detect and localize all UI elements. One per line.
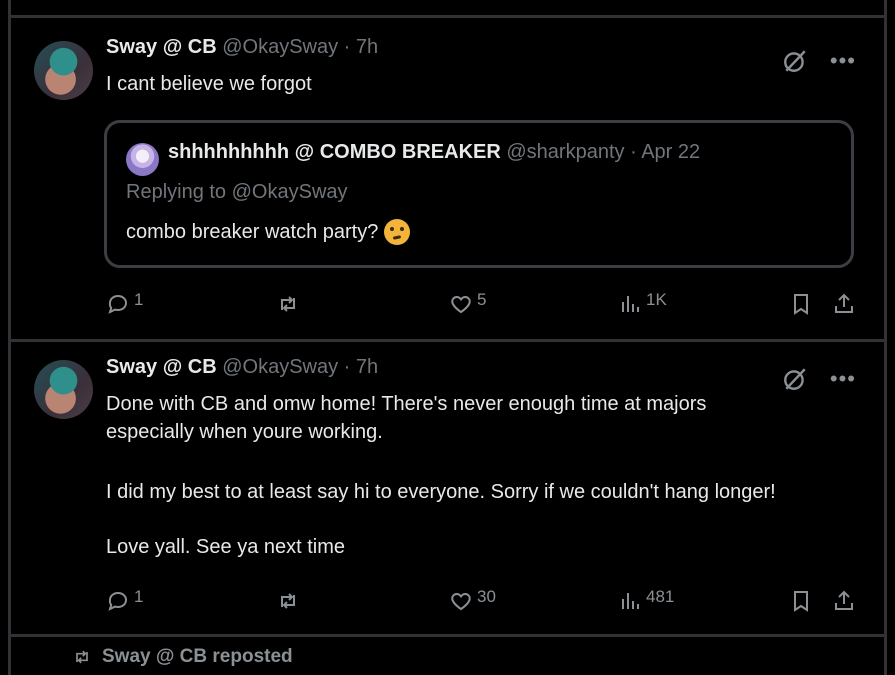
- reply-icon: [108, 591, 128, 611]
- tweet-actions: 1 30 481: [106, 587, 866, 617]
- like-button[interactable]: 5: [449, 290, 486, 316]
- share-button[interactable]: [832, 587, 856, 613]
- thinking-face-emoji: [384, 219, 411, 245]
- views-button[interactable]: 481: [618, 587, 674, 613]
- reply-count: 1: [134, 587, 144, 606]
- quote-author-name: shhhhhhhhh @ COMBO BREAKER: [168, 141, 501, 163]
- tweet-text-line: especially when youre working.: [106, 421, 383, 443]
- repost-notice-text: Sway @ CB reposted: [102, 646, 293, 667]
- quote-text-row: combo breaker watch party?: [126, 219, 411, 245]
- tweet-text: I cant believe we forgot: [106, 73, 312, 95]
- tweet[interactable]: Sway @ CB @OkaySway · 7h ••• Done with C…: [11, 342, 884, 634]
- bookmark-icon: [794, 294, 808, 315]
- bookmark-button[interactable]: [789, 587, 813, 613]
- grok-icon[interactable]: [782, 48, 808, 74]
- repost-button[interactable]: [276, 587, 304, 613]
- author-handle[interactable]: @OkaySway: [222, 36, 338, 58]
- like-icon: [451, 592, 471, 611]
- tweet[interactable]: Sway @ CB @OkaySway · 7h ••• I cant beli…: [11, 18, 884, 339]
- bookmark-icon: [794, 591, 808, 612]
- tweet-text-line: Done with CB and omw home! There's never…: [106, 393, 707, 415]
- share-icon: [835, 293, 853, 313]
- tweet-text-line: I did my best to at least say hi to ever…: [106, 481, 776, 503]
- quote-time: · Apr 22: [630, 141, 701, 163]
- share-button[interactable]: [832, 290, 856, 316]
- like-button[interactable]: 30: [449, 587, 496, 613]
- views-button[interactable]: 1K: [618, 290, 667, 316]
- reply-count: 1: [134, 290, 144, 309]
- quote-author-handle: @sharkpanty: [506, 141, 625, 163]
- reply-button[interactable]: 1: [106, 290, 143, 316]
- share-icon: [835, 590, 853, 610]
- quote-avatar[interactable]: [126, 143, 159, 176]
- tweet-header: Sway @ CB @OkaySway · 7h: [106, 36, 378, 59]
- bookmark-button[interactable]: [789, 290, 813, 316]
- repost-notice[interactable]: Sway @ CB reposted: [72, 646, 293, 668]
- grok-icon[interactable]: [782, 366, 808, 392]
- tweet-actions: 1 5 1K: [106, 290, 866, 320]
- avatar[interactable]: [34, 41, 93, 100]
- tweet-time[interactable]: · 7h: [344, 356, 378, 378]
- reply-button[interactable]: 1: [106, 587, 143, 613]
- quote-text: combo breaker watch party?: [126, 220, 379, 243]
- more-icon[interactable]: •••: [830, 50, 856, 72]
- views-icon: [622, 593, 639, 609]
- avatar[interactable]: [34, 360, 93, 419]
- reply-icon: [108, 294, 128, 314]
- tweet-time[interactable]: · 7h: [344, 36, 378, 58]
- tweet-text-line: Love yall. See ya next time: [106, 536, 346, 558]
- quote-header: shhhhhhhhh @ COMBO BREAKER @sharkpanty ·…: [168, 141, 700, 164]
- repost-icon: [76, 650, 88, 664]
- author-handle[interactable]: @OkaySway: [222, 356, 338, 378]
- views-icon: [622, 296, 639, 312]
- divider: [8, 634, 886, 637]
- tweet-header: Sway @ CB @OkaySway · 7h: [106, 356, 378, 379]
- repost-icon: [281, 593, 295, 609]
- like-icon: [451, 295, 471, 314]
- like-count: 30: [477, 587, 496, 606]
- author-name[interactable]: Sway @ CB: [106, 356, 217, 378]
- views-count: 481: [646, 587, 675, 606]
- replying-to: Replying to @OkaySway: [126, 181, 348, 203]
- repost-button[interactable]: [276, 290, 304, 316]
- views-count: 1K: [646, 290, 667, 309]
- timeline-right-border: [884, 0, 887, 675]
- author-name[interactable]: Sway @ CB: [106, 36, 217, 58]
- repost-icon: [281, 296, 295, 312]
- quoted-tweet[interactable]: shhhhhhhhh @ COMBO BREAKER @sharkpanty ·…: [104, 120, 854, 268]
- like-count: 5: [477, 290, 487, 309]
- more-icon[interactable]: •••: [830, 368, 856, 390]
